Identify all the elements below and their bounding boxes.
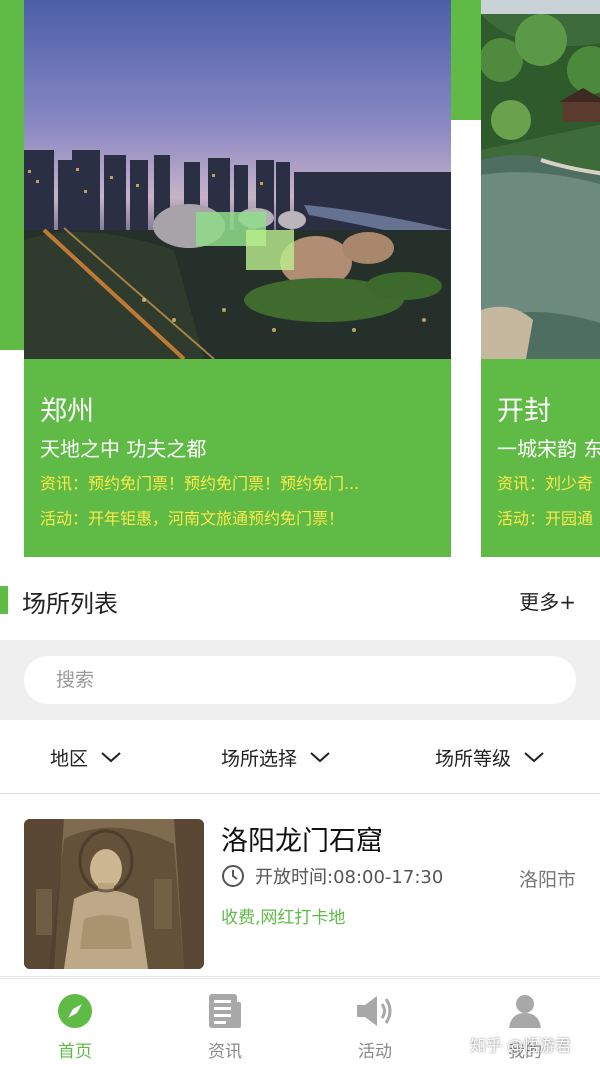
tab-label: 资讯 — [208, 1042, 242, 1062]
search-input[interactable] — [56, 656, 536, 704]
city-photo — [24, 0, 451, 359]
section-title: 场所列表 — [22, 590, 118, 618]
filter-venue-dropdown[interactable]: 场所选择 — [221, 720, 331, 794]
search-box[interactable] — [24, 656, 576, 704]
filter-region-dropdown[interactable]: 地区 — [50, 720, 122, 794]
venue-hours-text: 开放时间:08:00-17:30 — [255, 867, 444, 888]
venue-list-header: 场所列表 更多+ — [0, 570, 600, 632]
city-card-info: 开封 一城宋韵 东 资讯：刘少奇 活动：开园通 — [481, 359, 600, 557]
filter-label: 场所等级 — [435, 747, 512, 770]
section-accent-bar — [0, 586, 8, 614]
more-link[interactable]: 更多+ — [519, 586, 576, 615]
venue-name: 洛阳龙门石窟 — [221, 826, 383, 857]
venue-list-item[interactable]: 洛阳龙门石窟 开放时间:08:00-17:30 洛阳市 收费,网红打卡地 — [0, 795, 600, 977]
filter-label: 地区 — [50, 747, 89, 770]
speaker-icon — [355, 991, 395, 1031]
tab-news[interactable]: 资讯 — [150, 979, 300, 1067]
tab-label: 活动 — [358, 1042, 392, 1062]
city-card-info: 郑州 天地之中 功夫之都 资讯：预约免门票！预约免门票！预约免门... 活动：开… — [24, 359, 451, 557]
filter-level-dropdown[interactable]: 场所等级 — [435, 720, 545, 794]
city-activity-link[interactable]: 活动：开年钜惠，河南文旅通预约免门票！ — [40, 505, 440, 529]
decorative-green-band — [451, 0, 481, 120]
filter-label: 场所选择 — [221, 747, 298, 770]
city-carousel[interactable]: 郑州 天地之中 功夫之都 资讯：预约免门票！预约免门票！预约免门... 活动：开… — [0, 0, 600, 560]
search-area — [0, 640, 600, 720]
clock-icon — [221, 864, 245, 888]
city-slogan: 一城宋韵 东 — [497, 437, 600, 461]
city-photo — [481, 0, 600, 359]
city-card[interactable]: 开封 一城宋韵 东 资讯：刘少奇 活动：开园通 — [481, 0, 600, 557]
venue-thumbnail — [24, 819, 204, 969]
city-name: 郑州 — [40, 396, 94, 427]
city-name: 开封 — [497, 396, 551, 427]
city-news-link[interactable]: 资讯：刘少奇 — [497, 470, 600, 494]
chevron-down-icon — [309, 750, 331, 764]
newspaper-icon — [205, 991, 245, 1031]
city-card[interactable]: 郑州 天地之中 功夫之都 资讯：预约免门票！预约免门票！预约免门... 活动：开… — [24, 0, 451, 557]
chevron-down-icon — [523, 750, 545, 764]
city-slogan: 天地之中 功夫之都 — [40, 437, 207, 461]
chevron-down-icon — [100, 750, 122, 764]
venue-city: 洛阳市 — [518, 869, 576, 891]
city-news-link[interactable]: 资讯：预约免门票！预约免门票！预约免门... — [40, 470, 420, 494]
compass-icon — [55, 991, 95, 1031]
tab-home[interactable]: 首页 — [0, 979, 150, 1067]
venue-hours: 开放时间:08:00-17:30 — [221, 863, 443, 889]
filter-bar: 地区 场所选择 场所等级 — [0, 720, 600, 794]
tab-activity[interactable]: 活动 — [300, 979, 450, 1067]
city-activity-link[interactable]: 活动：开园通 — [497, 505, 600, 529]
decorative-green-band — [0, 0, 24, 350]
watermark: 知乎 @悟游君 — [470, 1036, 572, 1055]
user-icon — [505, 991, 545, 1031]
venue-tags: 收费,网红打卡地 — [221, 908, 346, 928]
tab-label: 首页 — [58, 1042, 92, 1062]
